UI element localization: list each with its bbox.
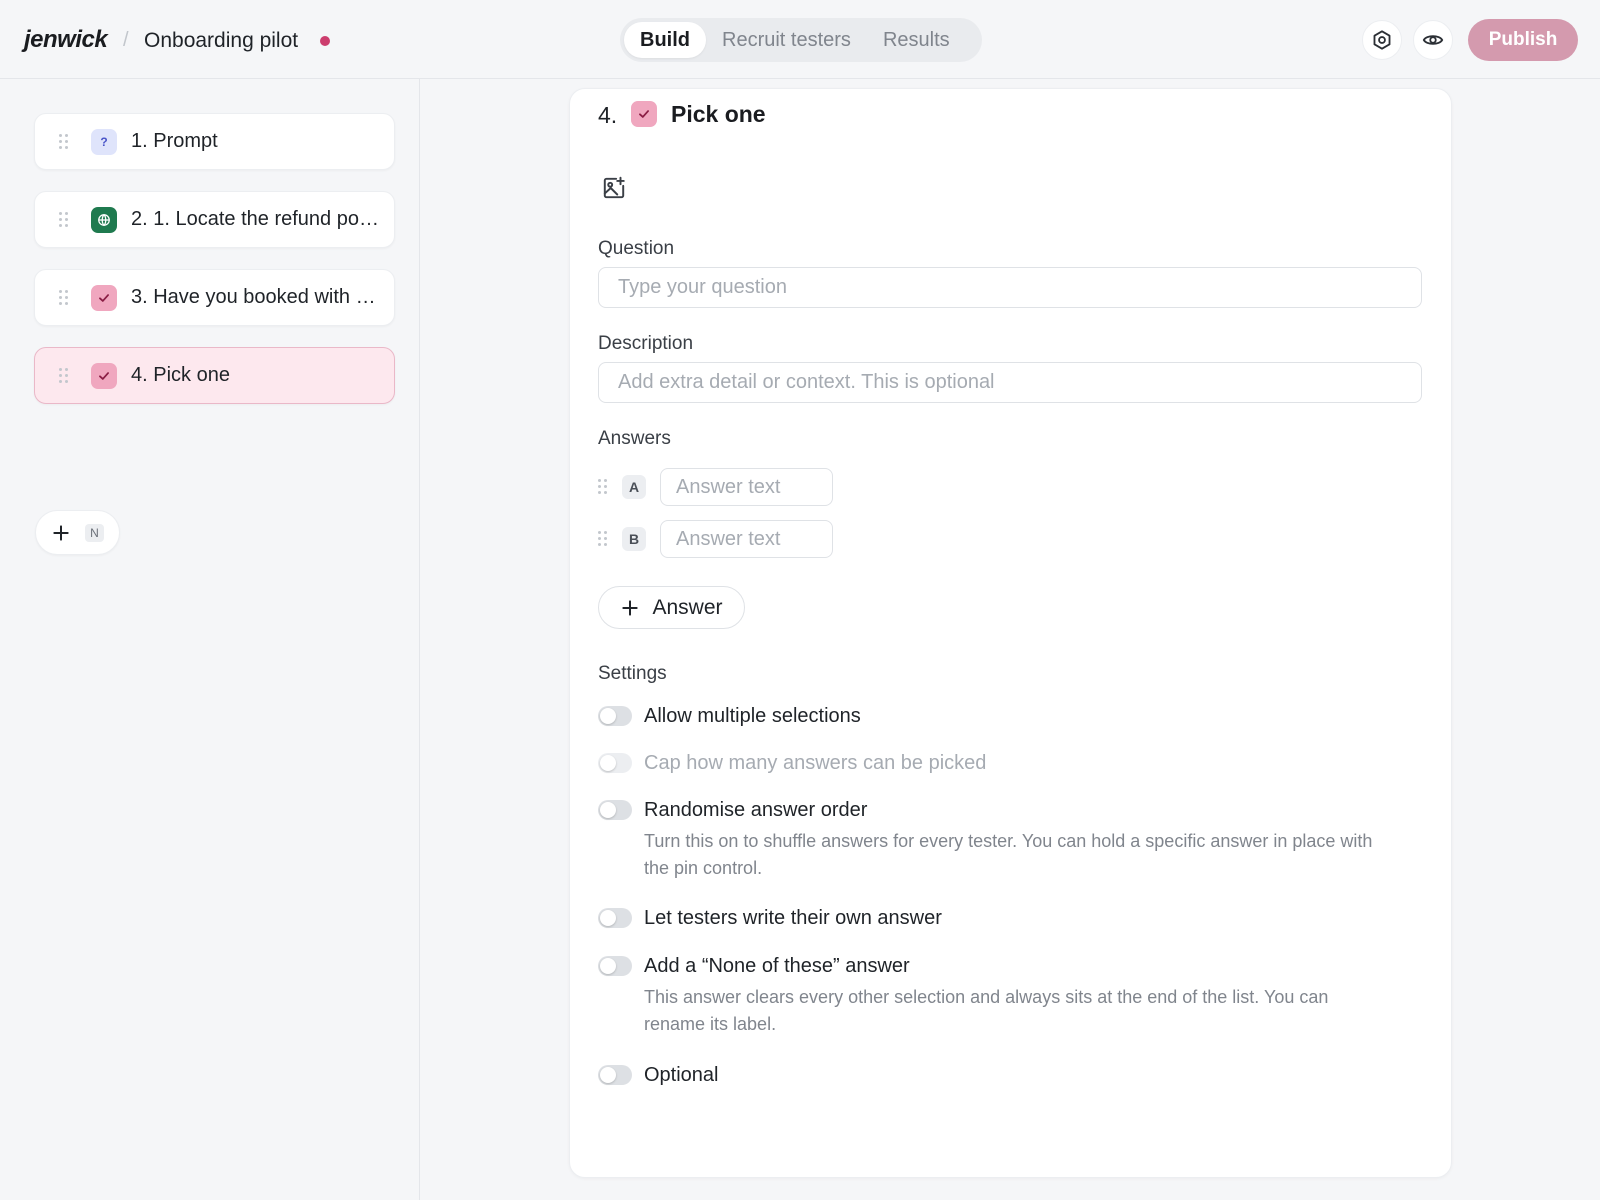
setting-allow-multiple: Allow multiple selections: [598, 703, 861, 729]
preview-button[interactable]: [1413, 20, 1453, 60]
setting-help-text: Turn this on to shuffle answers for ever…: [644, 831, 1373, 878]
answer-letter: B: [622, 527, 646, 551]
project-title[interactable]: Onboarding pilot: [144, 29, 298, 53]
question-label: Question: [598, 238, 675, 259]
step-label: 4. Pick one: [131, 364, 230, 386]
answer-row-a: A: [598, 468, 833, 506]
step-title[interactable]: Pick one: [671, 101, 766, 128]
main-tabs: Build Recruit testers Results: [620, 18, 982, 62]
add-step-button[interactable]: N: [35, 510, 120, 555]
step-label: 1. Prompt: [131, 130, 218, 152]
drag-handle-icon[interactable]: [59, 211, 69, 228]
tab-results[interactable]: Results: [867, 22, 966, 58]
check-icon: [91, 284, 117, 311]
drag-handle-icon[interactable]: [598, 531, 608, 547]
answer-letter: A: [622, 475, 646, 499]
answer-row-b: B: [598, 520, 833, 558]
step-editor: 4. Pick one Question Description Answers…: [569, 88, 1452, 1178]
setting-label: Allow multiple selections: [644, 705, 861, 727]
answer-input[interactable]: [660, 520, 833, 558]
unsaved-indicator: [320, 36, 330, 46]
description-input[interactable]: [598, 362, 1422, 403]
question-icon: ?: [91, 128, 117, 155]
step-item-3[interactable]: 3. Have you booked with u...: [34, 269, 395, 326]
add-image-button[interactable]: [600, 174, 628, 202]
setting-label: Cap how many answers can be picked: [644, 752, 987, 774]
drag-handle-icon[interactable]: [59, 367, 69, 384]
add-answer-label: Answer: [652, 595, 723, 619]
check-icon: [91, 362, 117, 389]
toggle-switch[interactable]: [598, 908, 632, 928]
globe-icon: [91, 206, 117, 233]
setting-label: Optional: [644, 1064, 719, 1086]
drag-handle-icon[interactable]: [59, 133, 69, 150]
description-label: Description: [598, 333, 694, 354]
step-number: 4.: [598, 102, 618, 128]
drag-handle-icon[interactable]: [59, 289, 69, 306]
toggle-switch[interactable]: [598, 1065, 632, 1085]
plus-icon: [53, 524, 69, 541]
step-item-4[interactable]: 4. Pick one: [34, 347, 395, 404]
toggle-switch[interactable]: [598, 706, 632, 726]
step-label: 2. 1. Locate the refund poli...: [131, 208, 381, 230]
toggle-switch: [598, 753, 632, 773]
setting-none-of-these: Add a “None of these” answer This answer…: [598, 953, 1374, 1038]
plus-icon: [622, 599, 639, 616]
check-icon: [631, 101, 657, 127]
setting-randomise-order: Randomise answer order Turn this on to s…: [598, 797, 1374, 882]
publish-button[interactable]: Publish: [1468, 19, 1578, 61]
toggle-switch[interactable]: [598, 956, 632, 976]
tab-build[interactable]: Build: [624, 22, 706, 58]
setting-write-own-answer: Let testers write their own answer: [598, 905, 942, 931]
settings-label: Settings: [598, 663, 667, 684]
setting-label: Randomise answer order: [644, 799, 868, 821]
drag-handle-icon[interactable]: [598, 479, 608, 495]
answer-input[interactable]: [660, 468, 833, 506]
setting-help-text: This answer clears every other selection…: [644, 987, 1329, 1034]
answers-label: Answers: [598, 428, 671, 449]
question-input[interactable]: [598, 267, 1422, 308]
step-item-2[interactable]: 2. 1. Locate the refund poli...: [34, 191, 395, 248]
tab-recruit-testers[interactable]: Recruit testers: [706, 22, 867, 58]
keyboard-shortcut: N: [85, 523, 104, 542]
add-image-icon: [603, 176, 625, 199]
settings-button[interactable]: [1362, 20, 1402, 60]
setting-optional: Optional: [598, 1062, 719, 1088]
step-label: 3. Have you booked with u...: [131, 286, 381, 308]
top-bar: jenwick / Onboarding pilot Build Recruit…: [0, 0, 1600, 79]
toggle-switch[interactable]: [598, 800, 632, 820]
step-item-1[interactable]: ? 1. Prompt: [34, 113, 395, 170]
eye-icon: [1422, 35, 1444, 45]
settings-icon: [1373, 30, 1391, 50]
setting-label: Let testers write their own answer: [644, 907, 942, 929]
setting-label: Add a “None of these” answer: [644, 955, 910, 977]
brand-logo[interactable]: jenwick: [24, 26, 108, 54]
breadcrumb-separator: /: [123, 29, 129, 51]
steps-sidebar: ? 1. Prompt 2. 1. Locate the refund poli…: [0, 79, 420, 1200]
add-answer-button[interactable]: Answer: [598, 586, 745, 629]
setting-cap-answers: Cap how many answers can be picked: [598, 750, 986, 776]
